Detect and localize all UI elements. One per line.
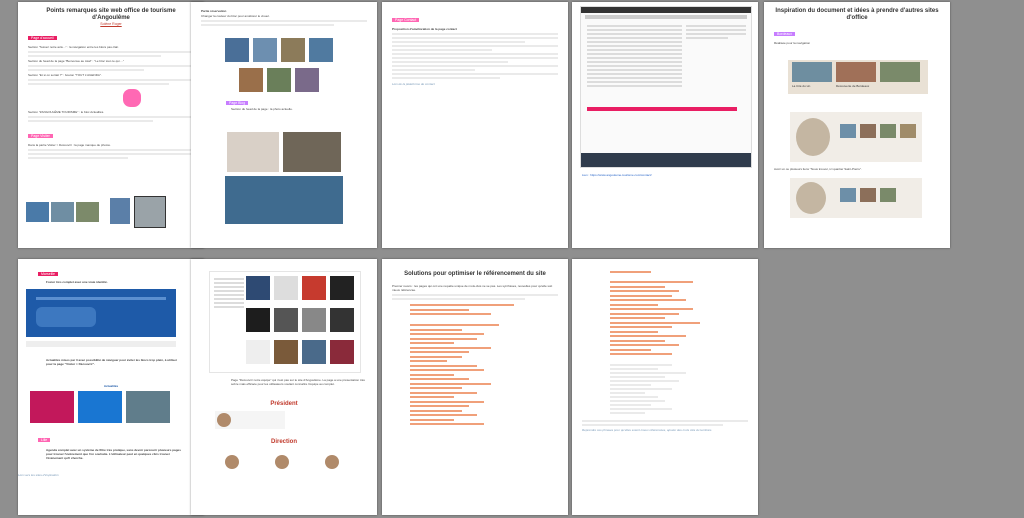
section-tag: Marseille — [38, 272, 59, 276]
paragraph: Dans la partie Visiter > Découvrir : la … — [28, 143, 111, 147]
document-page-5: Inspiration du document et idées à prend… — [764, 2, 950, 248]
document-page-8: Solutions pour optimiser le référencemen… — [382, 259, 568, 515]
photo — [281, 38, 305, 62]
subsection-title: Direction — [270, 439, 297, 445]
section-tag: Page Visiter — [28, 134, 53, 138]
map-screenshot — [790, 178, 922, 218]
document-page-3: Page Contact Proposition d'amélioration … — [382, 2, 568, 248]
card-label: Découverte de Bordeaux — [836, 84, 870, 88]
news-card — [30, 391, 74, 423]
photo — [227, 132, 279, 172]
paragraph: Section "Et si on sortait ?" : bouton "T… — [28, 73, 102, 77]
photo — [26, 202, 49, 222]
map-screenshot — [790, 112, 922, 162]
paragraph: Section du head de la page : la photo ac… — [231, 107, 293, 111]
document-page-1: Points remarques site web office de tour… — [18, 2, 204, 248]
document-page-4: Lien : https://www.angouleme-tourisme.co… — [572, 2, 758, 248]
logo-strip — [26, 341, 176, 347]
website-screenshot — [26, 289, 176, 337]
photo — [134, 196, 166, 228]
page-heading: Proposition d'amélioration de la page co… — [392, 27, 457, 31]
page-title: Points remarques site web office de tour… — [46, 8, 176, 21]
page-title: Inspiration du document et idées à prend… — [775, 8, 939, 21]
page-title: Solutions pour optimiser le référencemen… — [404, 271, 546, 277]
avatar — [325, 455, 339, 469]
paragraph: Premier revers : les pages qui ont une r… — [392, 284, 553, 292]
form-screenshot — [580, 6, 752, 168]
author-name: Solène Roger — [100, 22, 122, 26]
section-tag: Page d'accueil — [28, 36, 57, 40]
subsection-title: Actualités — [103, 384, 119, 388]
subsection-title: Président — [270, 401, 298, 407]
photo — [76, 202, 99, 222]
news-card — [78, 391, 122, 423]
photo — [283, 132, 341, 172]
document-page-7: Page "Découvrir notre équipe" qui n'est … — [191, 259, 377, 515]
caption: Réalisée pour la navigation — [774, 41, 811, 45]
card-label: La Cité du vin — [792, 84, 811, 88]
photo — [253, 38, 277, 62]
link-caption: Lien : https://www.angouleme-tourisme.co… — [582, 173, 652, 177]
illustration-image — [123, 89, 141, 107]
paragraph: Foster très complet avec une vraie ident… — [46, 280, 108, 284]
photo — [225, 38, 249, 62]
profile-card — [215, 411, 285, 429]
website-screenshot — [209, 271, 361, 373]
section-tag: Bordeaux — [774, 32, 795, 36]
note: Avoir un ou plusieurs liens "Nous trouve… — [774, 167, 862, 171]
photo — [110, 198, 130, 224]
photo — [225, 176, 343, 224]
paragraph: Changer la couleur du bloc pour améliore… — [201, 14, 270, 18]
caption: Lien vers les sites d'inspiration — [18, 473, 59, 477]
photo — [309, 38, 333, 62]
document-page-2: Partie réservation Changer la couleur du… — [191, 2, 377, 248]
paragraph: Section "Suivez notre actu..." : la navi… — [28, 45, 119, 49]
news-card — [126, 391, 170, 423]
paragraph: Section du head de la page "Benvenue au … — [28, 59, 124, 63]
paragraph: Actualités mises par 3 avec possibilité … — [46, 358, 178, 366]
paragraph: Agenda complet avec un système de filtre… — [46, 448, 181, 460]
photo — [239, 68, 263, 92]
caption: Reprendre ces phrases pour qu'elles soie… — [582, 427, 713, 432]
photo — [51, 202, 74, 222]
section-tag: Page Blog — [226, 101, 249, 105]
paragraph: Page "Découvrir notre équipe" qui n'est … — [231, 378, 365, 386]
photo — [267, 68, 291, 92]
document-page-6: Marseille Foster très complet avec une v… — [18, 259, 204, 515]
paragraph: Section "#ANGOULÊME TOURISME" : le bloc … — [28, 110, 105, 114]
avatar — [275, 455, 289, 469]
avatar — [225, 455, 239, 469]
website-screenshot: La Cité du vin Découverte de Bordeaux — [788, 60, 928, 94]
document-page-9: Reprendre ces phrases pour qu'elles soie… — [572, 259, 758, 515]
photo — [295, 68, 319, 92]
section-tag: Page Contact — [392, 18, 420, 22]
page-heading: Partie réservation — [201, 9, 227, 13]
caption: Lien de la plateforme de contact — [392, 82, 435, 86]
section-tag: Lille — [38, 438, 51, 442]
